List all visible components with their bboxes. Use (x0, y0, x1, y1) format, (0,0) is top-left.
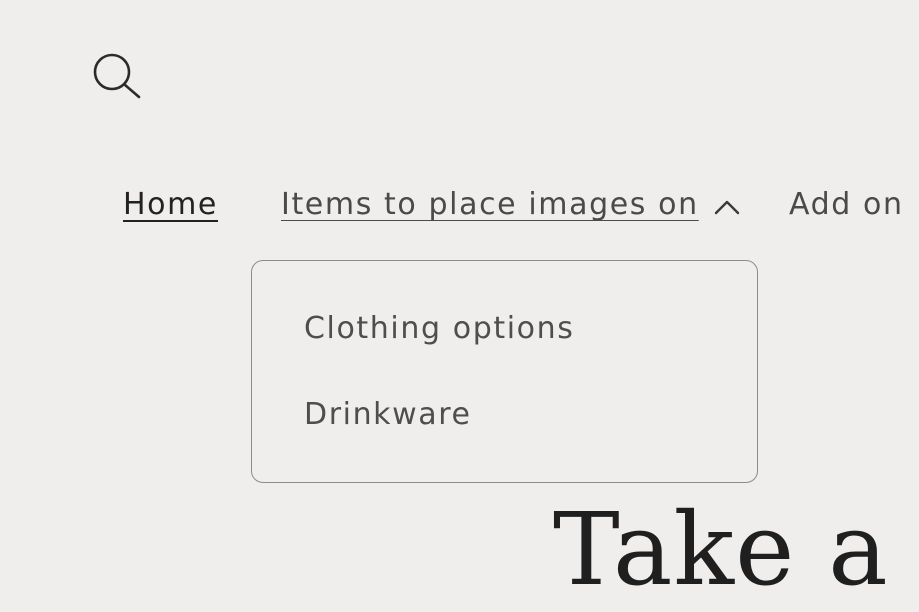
nav-dropdown-menu: Clothing options Drinkware (251, 260, 758, 483)
nav-item-add-on[interactable]: Add on (789, 184, 904, 226)
dropdown-item-clothing-options[interactable]: Clothing options (304, 309, 574, 349)
search-button[interactable] (90, 50, 142, 100)
nav-item-items-to-place-images-on[interactable]: Items to place images on (281, 184, 699, 226)
chevron-up-icon[interactable] (713, 198, 741, 216)
dropdown-item-drinkware[interactable]: Drinkware (304, 395, 472, 435)
search-icon (90, 50, 142, 100)
main-navigation: Home Items to place images on Add on (0, 184, 919, 234)
nav-item-home[interactable]: Home (123, 184, 218, 226)
hero-heading: Take a (553, 491, 889, 608)
